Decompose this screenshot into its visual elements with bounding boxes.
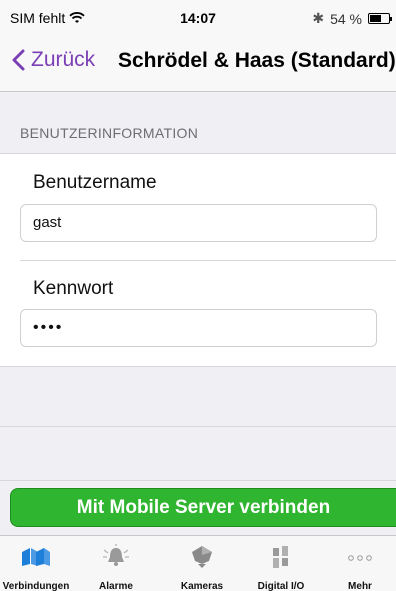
row-divider [0,480,396,481]
status-bar: SIM fehlt 14:07 ✱ 54 % [0,0,396,34]
chevron-left-icon [12,49,25,71]
username-field[interactable]: gast [20,204,377,242]
tab-label: Mehr [348,581,372,591]
row-divider [0,426,396,427]
tab-cameras[interactable]: Kameras [166,536,238,591]
battery-status: ✱ 54 % [312,10,392,27]
navigation-bar: Zurück Schrödel & Haas (Standard) [0,40,396,84]
top-bar: SIM fehlt 14:07 ✱ 54 % Zurück Schrödel &… [0,0,396,92]
tab-more[interactable]: Mehr [324,536,396,591]
camera-icon [192,546,212,568]
tab-label: Alarme [99,581,133,591]
page-title: Schrödel & Haas (Standard) [118,49,396,72]
bluetooth-icon: ✱ [312,10,325,26]
connections-icon [22,548,50,566]
bell-icon [103,544,129,566]
password-field[interactable]: •••• [20,309,377,347]
digital-io-icon [273,546,288,568]
tab-bar: Verbindungen Alarme Kameras Digital I/O … [0,535,396,591]
connect-button[interactable]: Mit Mobile Server verbinden [10,488,396,527]
field-divider [20,260,396,261]
user-info-group: Benutzername gast Kennwort •••• [0,153,396,367]
password-label: Kennwort [33,278,114,299]
tab-alarms[interactable]: Alarme [80,536,152,591]
battery-icon [368,13,392,24]
tab-connections[interactable]: Verbindungen [0,536,72,591]
username-label: Benutzername [33,172,157,193]
section-header: BENUTZERINFORMATION [20,125,199,141]
more-icon [348,555,372,561]
back-button[interactable]: Zurück [12,48,95,72]
tab-label: Verbindungen [2,581,70,591]
tab-digital-io[interactable]: Digital I/O [245,536,317,591]
tab-label: Kameras [180,581,224,591]
battery-percent: 54 % [330,10,362,27]
tab-label: Digital I/O [257,581,305,591]
back-label: Zurück [31,48,96,71]
